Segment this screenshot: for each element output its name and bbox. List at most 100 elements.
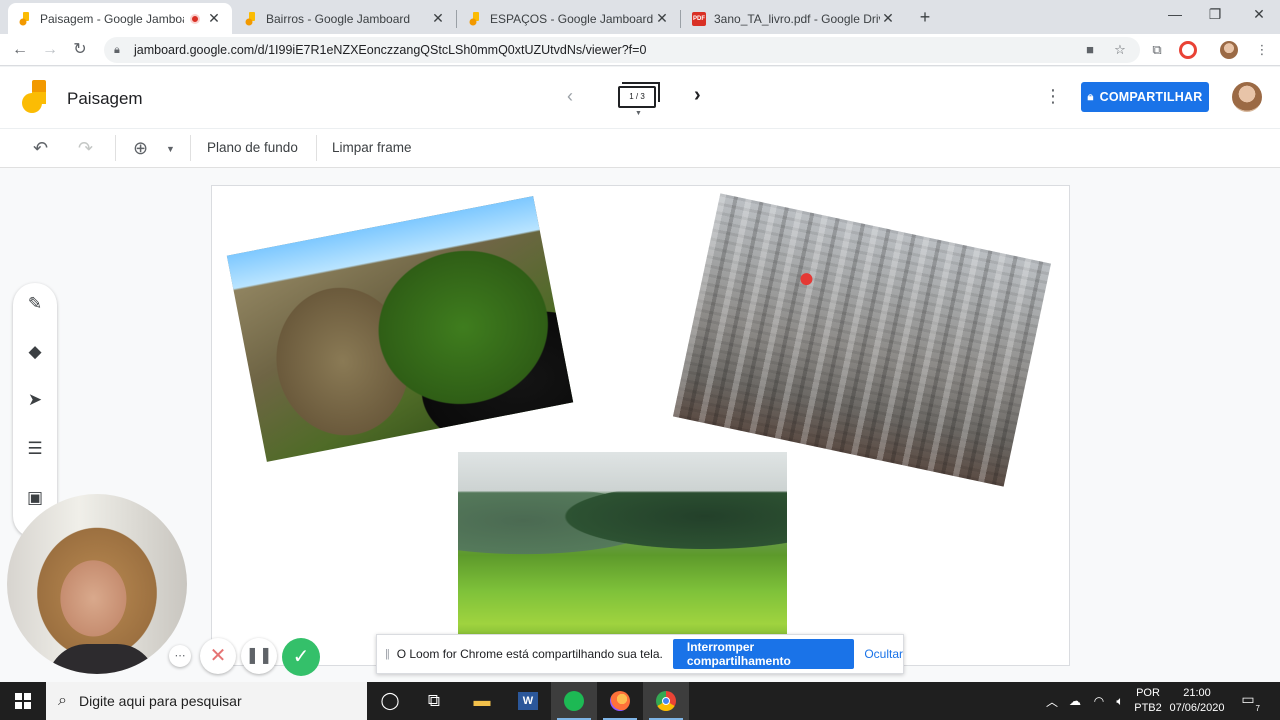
clear-frame-button[interactable]: Limpar frame [332,140,412,155]
tab-title: Bairros - Google Jamboard [266,11,411,26]
browser-toolbar: ← → ↻ 🔒︎ jamboard.google.com/d/1I99iE7R1… [0,34,1280,66]
windows-logo-icon [15,693,31,709]
profile-avatar[interactable] [1220,41,1238,59]
loom-more-icon[interactable]: ⋯ [169,645,191,667]
new-tab-button[interactable]: + [914,6,936,28]
extension-icon[interactable]: ⧉ [1147,40,1167,60]
hide-link[interactable]: Ocultar [864,647,903,661]
laser-pointer-icon [799,272,814,287]
tab-close-icon[interactable]: ✕ [654,10,670,27]
lock-icon: 🔒︎ [1087,90,1094,103]
drag-handle-icon[interactable]: || [385,648,390,660]
frame-bar-button[interactable]: 1 / 3 ▼ [618,82,660,117]
spotify-icon[interactable] [551,682,597,720]
jam-canvas[interactable] [211,185,1070,666]
tab-title: Paisagem - Google Jamboard [40,11,184,26]
lock-icon: 🔒︎ [114,43,120,56]
browser-tab-strip: Paisagem - Google Jamboard ✕ Bairros - G… [0,0,1280,34]
tab-title: ESPAÇOS - Google Jamboard [490,11,654,26]
previous-frame-icon[interactable]: ‹ [567,86,573,107]
loom-finish-icon[interactable]: ✓ [282,638,320,676]
volume-icon[interactable]: 🔈︎ [1109,682,1131,720]
onedrive-icon[interactable]: ☁ [1064,682,1086,720]
browser-menu-icon[interactable]: ⋮ [1252,40,1272,60]
loom-pause-icon[interactable]: ❚❚ [241,638,277,674]
url-text: jamboard.google.com/d/1I99iE7R1eNZXEoncz… [134,43,647,57]
restore-icon[interactable]: ❐ [1192,0,1238,30]
file-explorer-icon[interactable]: ▬ [459,682,505,720]
jamboard-favicon-icon [244,11,258,26]
image-icon[interactable]: ▣ [23,486,47,510]
tool-rail: ✎ ◆ ➤ ☰ ▣ [13,283,57,538]
show-hidden-icons-icon[interactable]: ︿ [1042,682,1062,720]
canyon-photo[interactable] [226,196,574,462]
chrome-icon[interactable] [643,682,689,720]
address-bar[interactable]: 🔒︎ jamboard.google.com/d/1I99iE7R1eNZXEo… [104,37,1140,63]
loom-webcam-bubble[interactable] [7,494,187,674]
loom-extension-icon[interactable] [1179,41,1197,59]
webcam-person-shirt [47,644,157,674]
divider [190,135,191,161]
tab-bairros[interactable]: Bairros - Google Jamboard ✕ [234,3,456,34]
avatar[interactable] [1232,82,1262,112]
taskbar-clock[interactable]: 21:00 07/06/2020 [1166,686,1228,716]
sticky-note-icon[interactable]: ☰ [23,437,47,461]
cortana-icon[interactable]: ◯ [367,682,413,720]
city-photo[interactable] [672,193,1052,487]
tab-close-icon[interactable]: ✕ [880,10,896,27]
window-close-icon[interactable]: ✕ [1236,0,1280,30]
task-view-icon[interactable]: ⧉ [411,682,457,720]
jamboard-header: Paisagem ‹ 1 / 3 ▼ › ⋮ 🔒︎ COMPARTILHAR [0,67,1280,128]
undo-icon[interactable]: ↶ [33,138,48,159]
back-arrow-icon[interactable]: ← [8,38,32,62]
select-arrow-icon[interactable]: ➤ [23,388,47,412]
tab-paisagem[interactable]: Paisagem - Google Jamboard ✕ [8,3,232,34]
camera-icon[interactable]: ■ [1080,40,1100,60]
tab-close-icon[interactable]: ✕ [206,10,222,27]
loom-cancel-icon[interactable]: ✕ [200,638,236,674]
sharing-message: O Loom for Chrome está compartilhando su… [396,647,663,661]
wifi-icon[interactable]: ◠ [1088,682,1110,720]
zoom-dropdown-icon[interactable]: ▼ [166,144,175,154]
bookmark-star-icon[interactable]: ☆ [1110,40,1130,60]
stop-sharing-button[interactable]: Interromper compartilhamento [672,639,855,669]
start-button[interactable] [0,682,46,720]
zoom-icon[interactable]: ⊕ [133,138,148,159]
reload-icon[interactable]: ↻ [68,38,92,62]
jamboard-favicon-icon [468,11,482,26]
word-icon[interactable]: W [505,682,551,720]
clock-date: 07/06/2020 [1169,702,1225,714]
jam-title[interactable]: Paisagem [67,89,143,109]
tab-separator [456,10,457,28]
firefox-icon[interactable] [597,682,643,720]
clock-time: 21:00 [1183,687,1211,699]
background-button[interactable]: Plano de fundo [207,140,298,155]
language-indicator[interactable]: POR PTB2 [1133,686,1163,716]
share-label: COMPARTILHAR [1099,90,1203,104]
recording-indicator-icon [190,13,200,24]
more-options-icon[interactable]: ⋮ [1044,87,1062,105]
jamboard-logo [22,80,46,113]
forward-arrow-icon[interactable]: → [38,38,62,62]
jamboard-favicon-icon [18,11,32,26]
language-code: POR [1136,687,1160,699]
tab-separator [680,10,681,28]
tab-espacos[interactable]: ESPAÇOS - Google Jamboard ✕ [458,3,680,34]
notification-center-icon[interactable]: ▭ 7 [1236,691,1260,713]
share-button[interactable]: 🔒︎ COMPARTILHAR [1081,82,1209,112]
notification-count: 7 [1255,704,1260,713]
screen-sharing-bar: || O Loom for Chrome está compartilhando… [376,634,904,674]
frame-indicator: 1 / 3 [618,86,656,108]
eraser-icon[interactable]: ◆ [23,340,47,364]
taskbar-search-box[interactable]: ⌕ Digite aqui para pesquisar [46,682,367,720]
tab-title: 3ano_TA_livro.pdf - Google Drive [714,11,880,26]
divider [115,135,116,161]
tab-close-icon[interactable]: ✕ [430,10,446,27]
tab-pdf-drive[interactable]: PDF 3ano_TA_livro.pdf - Google Drive ✕ [682,3,906,34]
pen-icon[interactable]: ✎ [23,292,47,316]
pdf-favicon-icon: PDF [692,11,706,26]
next-frame-icon[interactable]: › [694,84,701,107]
divider [316,135,317,161]
chevron-down-icon: ▼ [635,110,642,117]
redo-icon[interactable]: ↷ [78,138,93,159]
